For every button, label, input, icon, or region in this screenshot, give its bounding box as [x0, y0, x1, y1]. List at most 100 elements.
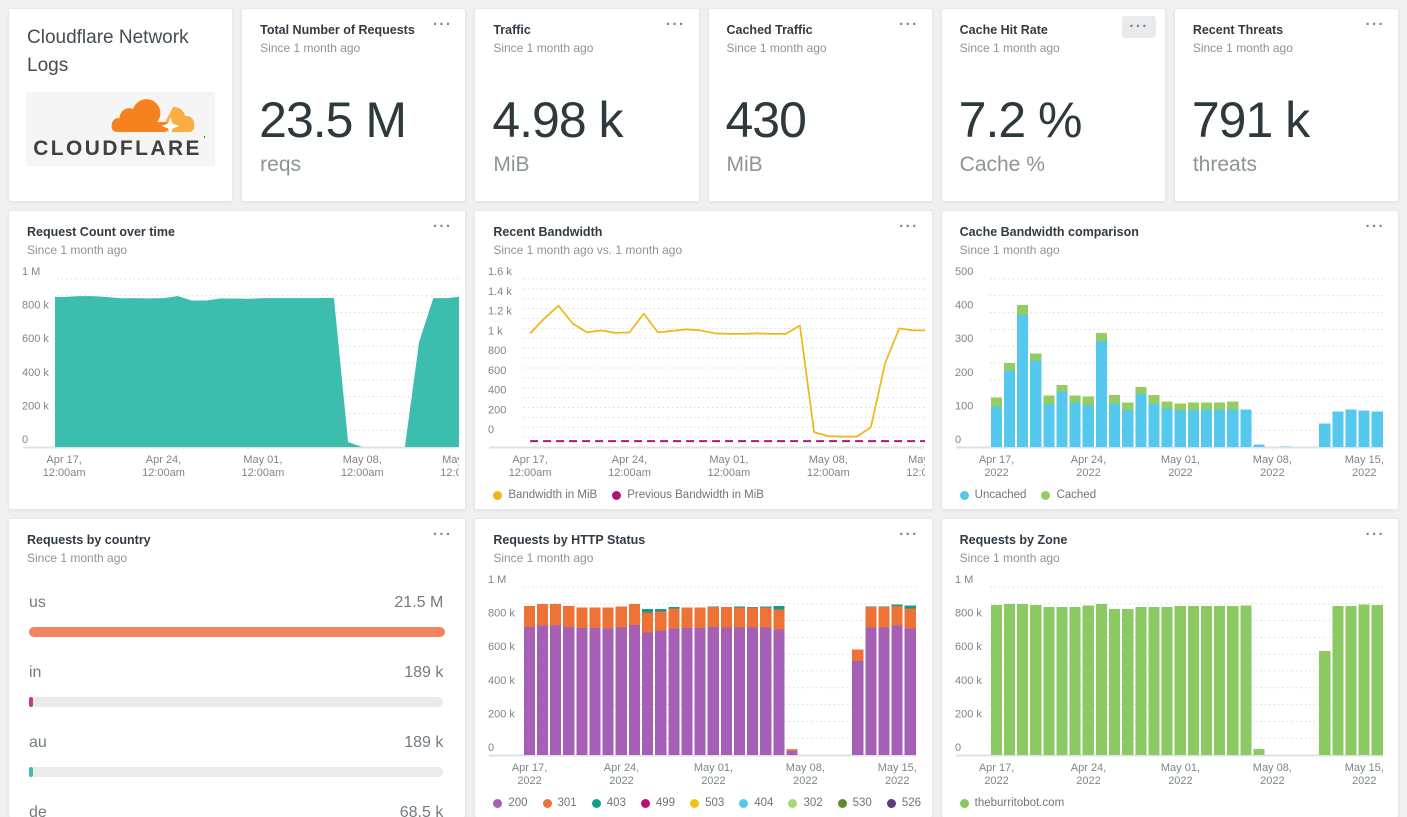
- chart-legend: theburritobot.com: [959, 797, 1065, 809]
- kpi-unit: reqs: [260, 153, 302, 176]
- legend-item[interactable]: 503: [690, 797, 724, 809]
- svg-text:May 08,: May 08,: [1252, 454, 1291, 466]
- panel-menu-icon[interactable]: ···: [1366, 527, 1386, 543]
- svg-text:2022: 2022: [1076, 775, 1100, 787]
- legend-label: theburritobot.com: [974, 797, 1065, 809]
- svg-text:1 M: 1 M: [955, 575, 973, 586]
- legend-dot-icon: [1041, 490, 1051, 500]
- country-label: au: [29, 734, 47, 751]
- panel-menu-icon[interactable]: ···: [666, 17, 686, 33]
- panel-subtitle: Since 1 month ago: [959, 41, 1060, 55]
- svg-text:600: 600: [488, 365, 506, 377]
- panel-menu-icon[interactable]: ···: [1366, 17, 1386, 33]
- svg-text:800 k: 800 k: [488, 608, 515, 620]
- legend-item[interactable]: Uncached: [959, 489, 1027, 501]
- legend-item[interactable]: theburritobot.com: [959, 797, 1065, 809]
- svg-text:2022: 2022: [1168, 467, 1192, 479]
- panel-subtitle: Since 1 month ago: [27, 551, 128, 565]
- svg-text:12:00am: 12:00am: [509, 467, 552, 479]
- legend-dot-icon: [591, 798, 601, 808]
- legend-item[interactable]: 404: [739, 797, 773, 809]
- legend-item[interactable]: Previous Bandwidth in MiB: [612, 489, 764, 501]
- legend-item[interactable]: Cached: [1041, 489, 1096, 501]
- panel-menu-icon[interactable]: ···: [433, 17, 453, 33]
- legend-item[interactable]: 403: [591, 797, 626, 809]
- request-count-area-chart[interactable]: 1 M800 k600 k400 k200 k0Apr 17,12:00amAp…: [21, 267, 459, 489]
- panel-subtitle: Since 1 month ago: [959, 243, 1060, 257]
- card-recent-threats: Recent Threats Since 1 month ago ··· 791…: [1173, 8, 1399, 202]
- legend-item[interactable]: 499: [640, 797, 675, 809]
- panel-menu-icon[interactable]: ···: [899, 527, 919, 543]
- svg-text:Apr 24,: Apr 24,: [612, 454, 647, 466]
- legend-dot-icon: [612, 490, 622, 500]
- panel-subtitle: Since 1 month ago: [260, 41, 361, 55]
- svg-text:1 k: 1 k: [488, 325, 503, 337]
- svg-text:1.4 k: 1.4 k: [488, 286, 512, 298]
- legend-item[interactable]: 530: [837, 797, 872, 809]
- svg-text:May 01,: May 01,: [710, 454, 749, 466]
- kpi-unit: MiB: [493, 153, 530, 176]
- legend-dot-icon: [837, 798, 847, 808]
- svg-text:Apr 24,: Apr 24,: [1070, 454, 1105, 466]
- svg-text:200 k: 200 k: [488, 708, 515, 720]
- svg-text:200: 200: [488, 404, 506, 416]
- svg-text:400 k: 400 k: [22, 367, 49, 379]
- svg-text:May 08,: May 08,: [786, 762, 825, 774]
- panel-subtitle: Since 1 month ago: [493, 41, 594, 55]
- panel-menu-icon[interactable]: ···: [899, 219, 919, 235]
- svg-text:Apr 24,: Apr 24,: [1070, 762, 1105, 774]
- svg-text:2022: 2022: [610, 775, 634, 787]
- svg-text:0: 0: [955, 434, 961, 446]
- svg-text:400: 400: [488, 385, 506, 397]
- panel-menu-icon[interactable]: ···: [433, 527, 453, 543]
- country-bar[interactable]: [29, 697, 33, 707]
- svg-text:Apr 24,: Apr 24,: [604, 762, 639, 774]
- kpi-unit: threats: [1192, 153, 1258, 176]
- legend-dot-icon: [739, 798, 749, 808]
- country-row-labels: de 68.5 k: [29, 804, 443, 817]
- svg-text:100: 100: [955, 400, 973, 412]
- legend-dot-icon: [959, 798, 969, 808]
- legend-dot-icon: [542, 798, 552, 808]
- country-bar[interactable]: [29, 767, 33, 777]
- legend-item[interactable]: 200: [493, 797, 528, 809]
- svg-text:2022: 2022: [984, 775, 1008, 787]
- http-status-stacked-bar-chart[interactable]: 1 M800 k600 k400 k200 k0Apr 17,2022Apr 2…: [487, 575, 925, 797]
- card-cache-hit-rate: Cache Hit Rate Since 1 month ago ··· 7.2…: [940, 8, 1166, 202]
- svg-text:400 k: 400 k: [488, 675, 515, 687]
- svg-text:200 k: 200 k: [22, 400, 49, 412]
- country-bar[interactable]: [29, 627, 445, 637]
- panel-menu-icon[interactable]: ···: [1366, 219, 1386, 235]
- chart-legend: Bandwidth in MiB Previous Bandwidth in Mi…: [493, 489, 764, 501]
- svg-text:12:00am: 12:00am: [440, 467, 459, 479]
- chart-legend: 200301403499503404302530526524: [493, 797, 931, 809]
- panel-subtitle: Since 1 month ago vs. 1 month ago: [493, 243, 683, 257]
- svg-text:May 15,: May 15,: [1344, 762, 1383, 774]
- panel-subtitle: Since 1 month ago: [726, 41, 827, 55]
- country-label: in: [29, 664, 42, 681]
- legend-item[interactable]: Bandwidth in MiB: [493, 489, 597, 501]
- zone-bar-chart[interactable]: 1 M800 k600 k400 k200 k0Apr 17,2022Apr 2…: [954, 575, 1392, 797]
- svg-text:Apr 17,: Apr 17,: [512, 762, 547, 774]
- legend-label: Uncached: [974, 489, 1027, 501]
- panel-menu-icon[interactable]: ···: [1122, 16, 1156, 38]
- panel-menu-icon[interactable]: ···: [899, 17, 919, 33]
- legend-item[interactable]: 301: [542, 797, 577, 809]
- legend-item[interactable]: 302: [788, 797, 823, 809]
- card-cached-traffic: Cached Traffic Since 1 month ago ··· 430…: [707, 8, 933, 202]
- country-row-labels: in 189 k: [29, 664, 443, 682]
- svg-text:12:00am: 12:00am: [608, 467, 651, 479]
- country-row-labels: au 189 k: [29, 734, 443, 752]
- cache-bandwidth-bar-chart[interactable]: 5004003002001000Apr 17,2022Apr 24,2022Ma…: [954, 267, 1392, 489]
- svg-text:2022: 2022: [793, 775, 817, 787]
- card-brand: Cloudflare Network Logs CLOUDFLARE ’: [8, 8, 234, 202]
- country-bar-track: [29, 697, 444, 707]
- bandwidth-line-chart[interactable]: 1.6 k1.4 k1.2 k1 k8006004002000Apr 17,12…: [487, 267, 926, 489]
- svg-text:2022: 2022: [885, 775, 909, 787]
- country-value: 189 k: [404, 664, 444, 681]
- panel-menu-icon[interactable]: ···: [433, 219, 453, 235]
- svg-text:May 01,: May 01,: [1161, 454, 1200, 466]
- svg-text:2022: 2022: [1352, 775, 1376, 787]
- legend-dot-icon: [788, 798, 798, 808]
- legend-item[interactable]: 526: [886, 797, 921, 809]
